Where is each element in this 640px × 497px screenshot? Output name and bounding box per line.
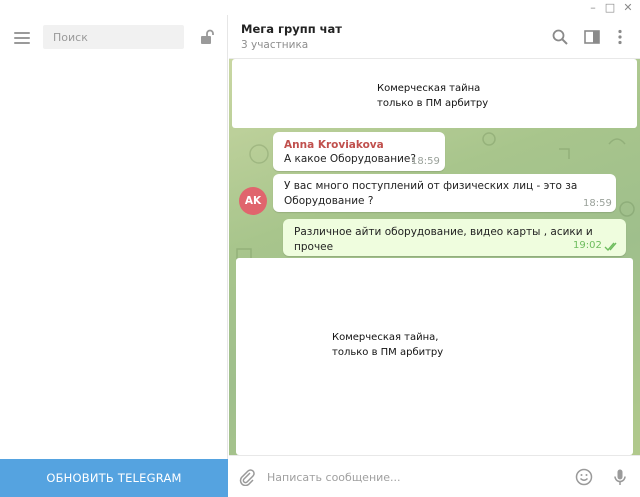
image-caption-line: Комерческая тайна, [332, 332, 439, 343]
message-text: А какое Оборудование? [284, 153, 416, 165]
search-input[interactable] [43, 25, 184, 49]
message-list[interactable]: Комерческая тайна только в ПМ арбитру An… [229, 59, 640, 455]
image-caption-line: только в ПМ арбитру [332, 347, 444, 358]
chat-title[interactable]: Мега групп чат [241, 22, 342, 36]
sidebar-toggle-icon[interactable] [583, 28, 601, 46]
chat-subtitle: 3 участника [241, 39, 309, 51]
read-checkmarks-icon [604, 242, 617, 252]
avatar[interactable]: AK [239, 187, 267, 215]
hamburger-icon[interactable] [14, 32, 30, 44]
incoming-message[interactable]: У вас много поступлений от физических ли… [273, 174, 616, 212]
maximize-button[interactable]: □ [603, 1, 617, 14]
attach-icon[interactable] [238, 468, 256, 486]
outgoing-message[interactable]: Различное айти оборудование, видео карты… [283, 219, 626, 256]
incoming-message[interactable]: Anna Kroviakova А какое Оборудование? 18… [273, 132, 445, 171]
image-message-bottom[interactable]: Комерческая тайна, только в ПМ арбитру [236, 258, 633, 455]
message-text: У вас много поступлений от физических ли… [284, 180, 578, 192]
search-icon[interactable] [551, 28, 569, 46]
sidebar: ОБНОВИТЬ TELEGRAM [0, 15, 228, 497]
message-composer [229, 455, 640, 497]
emoji-icon[interactable] [575, 468, 593, 486]
window-title-bar: – □ ✕ [0, 0, 640, 15]
close-button[interactable]: ✕ [621, 1, 635, 14]
message-time: 19:02 [573, 240, 602, 251]
minimize-button[interactable]: – [586, 1, 600, 14]
message-input[interactable] [267, 466, 567, 488]
image-caption-line: Комерческая тайна [377, 83, 481, 94]
microphone-icon[interactable] [611, 468, 629, 486]
update-telegram-button[interactable]: ОБНОВИТЬ TELEGRAM [0, 459, 228, 497]
lock-icon[interactable] [199, 29, 215, 45]
sender-name[interactable]: Anna Kroviakova [284, 139, 384, 151]
chat-header: Мега групп чат 3 участника [229, 15, 640, 59]
more-vert-icon[interactable] [611, 28, 629, 46]
message-time: 18:59 [411, 156, 440, 167]
message-text: Оборудование ? [284, 195, 374, 207]
message-time: 18:59 [583, 198, 612, 209]
image-message-top[interactable]: Комерческая тайна только в ПМ арбитру [232, 59, 637, 128]
image-caption-line: только в ПМ арбитру [377, 98, 489, 109]
